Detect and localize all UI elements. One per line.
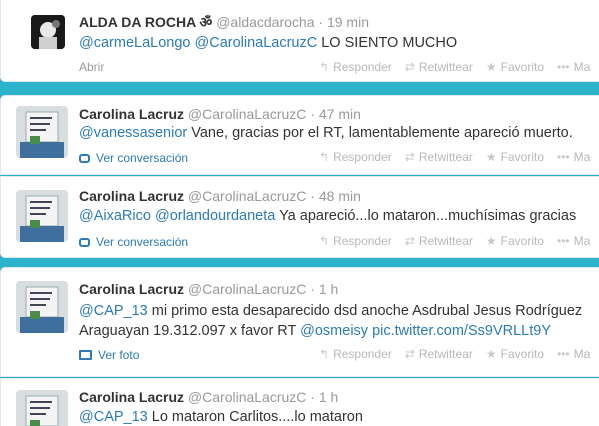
view-photo-link[interactable]: Ver foto	[79, 348, 139, 362]
tweet-text: @CAP_13 mi primo esta desaparecido dsd a…	[79, 301, 595, 341]
timestamp[interactable]: 19 min	[327, 14, 369, 30]
more-button[interactable]: ••• Ma	[557, 60, 590, 74]
timestamp[interactable]: 1 h	[319, 281, 338, 297]
timestamp[interactable]: 47 min	[319, 106, 361, 122]
tweet-actions: ↰ Responder ⇄ Retwittear ★ Favorito ••• Ma	[319, 347, 590, 361]
avatar-image	[16, 281, 68, 333]
reply-button[interactable]: ↰ Responder	[319, 60, 392, 74]
fullname[interactable]: Carolina Lacruz	[79, 281, 184, 297]
reply-button[interactable]: ↰ Responder	[319, 347, 392, 361]
open-link[interactable]: Abrir	[79, 60, 104, 74]
more-button[interactable]: ••• Ma	[557, 347, 590, 361]
more-icon: •••	[557, 347, 570, 361]
avatar-image	[16, 190, 68, 242]
tweet-text: @AixaRico @orlandourdaneta Ya apareció..…	[79, 208, 577, 224]
tweet[interactable]: Carolina Lacruz @CarolinaLacruzC · 1 h @…	[0, 267, 599, 377]
star-icon: ★	[485, 150, 497, 164]
tweet[interactable]: Carolina Lacruz @CarolinaLacruzC · 1 h @…	[0, 378, 599, 426]
star-icon: ★	[485, 234, 497, 248]
retweet-button[interactable]: ⇄ Retwittear	[405, 347, 473, 361]
photo-link[interactable]: pic.twitter.com/Ss9VRLLt9Y	[372, 323, 551, 339]
more-icon: •••	[557, 234, 570, 248]
fullname[interactable]: ALDA DA ROCHA ॐ	[79, 14, 212, 30]
retweet-button[interactable]: ⇄ Retwittear	[405, 234, 473, 248]
separator-dot: ·	[310, 281, 315, 297]
mention-link[interactable]: @orlandourdaneta	[155, 208, 275, 224]
tweet-stream: ALDA DA ROCHA ॐ @aldacdarocha · 19 min @…	[0, 0, 599, 426]
username[interactable]: @aldacdarocha	[216, 14, 314, 30]
more-icon: •••	[557, 60, 570, 74]
fullname[interactable]: Carolina Lacruz	[79, 188, 184, 204]
conversation-icon	[79, 153, 90, 163]
tweet-actions: ↰ Responder ⇄ Retwittear ★ Favorito ••• Ma	[319, 234, 590, 248]
separator-dot: ·	[310, 106, 315, 122]
tweet-actions: ↰ Responder ⇄ Retwittear ★ Favorito ••• Ma	[319, 150, 590, 164]
username[interactable]: @CarolinaLacruzC	[188, 188, 306, 204]
retweet-button[interactable]: ⇄ Retwittear	[405, 150, 473, 164]
tweet-text: @carmeLaLongo @CarolinaLacruzC LO SIENTO…	[79, 35, 458, 51]
mention-link[interactable]: @CAP_13	[79, 409, 148, 425]
reply-button[interactable]: ↰ Responder	[319, 234, 392, 248]
avatar[interactable]	[16, 106, 68, 158]
photo-icon	[79, 350, 92, 360]
reply-icon: ↰	[319, 234, 330, 248]
more-icon: •••	[557, 150, 570, 164]
mention-link[interactable]: @CAP_13	[79, 303, 148, 319]
avatar[interactable]	[31, 15, 65, 49]
avatar[interactable]	[16, 390, 68, 426]
mention-link[interactable]: @CarolinaLacruzC	[195, 35, 318, 51]
more-button[interactable]: ••• Ma	[557, 150, 590, 164]
avatar-image	[16, 106, 68, 158]
timestamp[interactable]: 1 h	[319, 389, 338, 405]
username[interactable]: @CarolinaLacruzC	[188, 281, 306, 297]
tweet-text: @vanessasenior Vane, gracias por el RT, …	[79, 125, 573, 141]
view-conversation-link[interactable]: Ver conversación	[79, 151, 188, 165]
mention-link[interactable]: @carmeLaLongo	[79, 35, 190, 51]
reply-icon: ↰	[319, 347, 330, 361]
avatar[interactable]	[16, 281, 68, 333]
retweet-icon: ⇄	[404, 347, 415, 361]
avatar-image	[31, 15, 65, 49]
retweet-button[interactable]: ⇄ Retwittear	[405, 60, 473, 74]
tweet-text-line: Araguayan 19.312.097 x favor RT @osmeisy…	[79, 323, 551, 339]
mention-link[interactable]: @AixaRico	[79, 208, 151, 224]
reply-button[interactable]: ↰ Responder	[319, 150, 392, 164]
reply-icon: ↰	[319, 150, 330, 164]
retweet-icon: ⇄	[404, 234, 415, 248]
view-conversation-link[interactable]: Ver conversación	[79, 235, 188, 249]
separator-dot: ·	[310, 188, 315, 204]
separator-dot: ·	[310, 389, 315, 405]
tweet-text: @CAP_13 Lo mataron Carlitos....lo mataro…	[79, 409, 363, 425]
tweet[interactable]: ALDA DA ROCHA ॐ @aldacdarocha · 19 min @…	[0, 0, 599, 82]
favorite-button[interactable]: ★ Favorito	[486, 347, 544, 361]
mention-link[interactable]: @vanessasenior	[79, 125, 187, 141]
favorite-button[interactable]: ★ Favorito	[486, 234, 544, 248]
tweet-text-line: @CAP_13 mi primo esta desaparecido dsd a…	[79, 303, 583, 319]
reply-icon: ↰	[319, 60, 330, 74]
more-button[interactable]: ••• Ma	[557, 234, 590, 248]
favorite-button[interactable]: ★ Favorito	[486, 150, 544, 164]
star-icon: ★	[485, 60, 497, 74]
conversation-icon	[79, 237, 90, 247]
retweet-icon: ⇄	[404, 60, 415, 74]
tweet-actions: ↰ Responder ⇄ Retwittear ★ Favorito ••• Ma	[319, 60, 590, 74]
avatar[interactable]	[16, 190, 68, 242]
fullname[interactable]: Carolina Lacruz	[79, 389, 184, 405]
favorite-button[interactable]: ★ Favorito	[486, 60, 544, 74]
avatar-image	[16, 390, 68, 426]
timestamp[interactable]: 48 min	[319, 188, 361, 204]
tweet[interactable]: Carolina Lacruz @CarolinaLacruzC · 47 mi…	[0, 95, 599, 175]
username[interactable]: @CarolinaLacruzC	[188, 106, 306, 122]
separator-dot: ·	[318, 14, 324, 30]
retweet-icon: ⇄	[404, 150, 415, 164]
star-icon: ★	[485, 347, 497, 361]
mention-link[interactable]: @osmeisy	[300, 323, 368, 339]
fullname[interactable]: Carolina Lacruz	[79, 106, 184, 122]
username[interactable]: @CarolinaLacruzC	[188, 389, 306, 405]
tweet[interactable]: Carolina Lacruz @CarolinaLacruzC · 48 mi…	[0, 176, 599, 258]
